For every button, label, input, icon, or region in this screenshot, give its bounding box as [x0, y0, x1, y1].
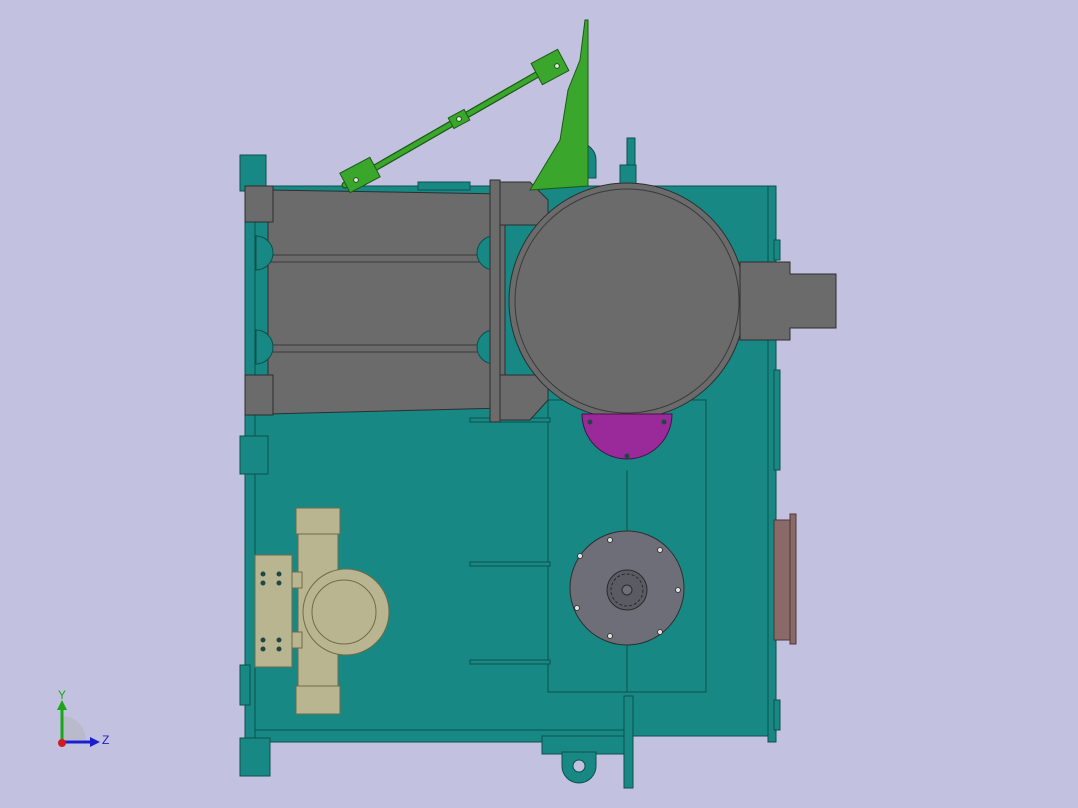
pipe-mount-bracket	[254, 554, 293, 668]
coupling-flange	[489, 179, 501, 423]
flange-bolt	[624, 453, 630, 459]
y-axis-label: Y	[58, 688, 66, 702]
top-cap	[417, 181, 471, 191]
main-drum	[508, 182, 746, 420]
right-rib-step	[773, 369, 781, 471]
left-mid-block	[239, 435, 269, 475]
side-plate-rim	[789, 513, 797, 645]
flange-bolt	[661, 419, 667, 425]
model-canvas: Y Z	[0, 0, 1078, 808]
z-axis-label: Z	[102, 733, 109, 747]
cone-upper-flange	[244, 185, 274, 223]
tie-rod	[469, 561, 551, 567]
rod-pin	[353, 177, 359, 183]
tie-rod	[469, 659, 551, 665]
rod-pin	[456, 116, 462, 122]
bottom-fin	[623, 695, 634, 789]
output-shaft	[739, 261, 837, 341]
rod-pin	[554, 63, 560, 69]
x-axis-dot	[58, 739, 66, 747]
pipe-top-end	[295, 507, 341, 535]
cone-lower-flange	[244, 374, 274, 416]
right-rib-step	[773, 699, 781, 731]
bottom-lug-base	[541, 735, 625, 755]
left-rib-lower	[239, 664, 251, 706]
flange-bolt	[587, 419, 593, 425]
right-rib-step	[773, 239, 781, 261]
bottom-lug-hole	[572, 759, 586, 773]
inlet-cone	[267, 189, 506, 415]
bottom-left-foot	[239, 737, 271, 777]
cad-viewport[interactable]: Y Z	[0, 0, 1078, 808]
valve-cap	[311, 579, 377, 645]
hub-center	[621, 584, 633, 596]
bracket-clip	[291, 631, 303, 649]
bracket-clip	[291, 571, 303, 589]
pipe-bottom-end	[295, 685, 341, 715]
